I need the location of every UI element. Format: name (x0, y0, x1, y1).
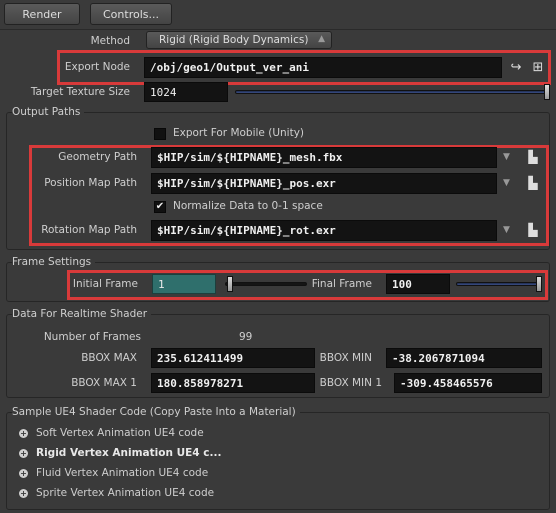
initial-frame-slider-handle[interactable] (227, 276, 233, 292)
bbox-max-field[interactable]: 235.612411499 (151, 348, 315, 368)
position-dropdown-icon[interactable]: ▼ (503, 178, 510, 188)
method-value: Rigid (Rigid Body Dynamics) (159, 34, 309, 46)
final-frame-field[interactable]: 100 (386, 274, 450, 294)
rotation-file-chooser-icon[interactable]: ▙ (526, 223, 540, 237)
initial-frame-field[interactable]: 1 (152, 274, 216, 294)
num-frames-value: 99 (239, 331, 253, 343)
bbox-min1-field[interactable]: -309.458465576 (394, 373, 542, 393)
realtime-data-title: Data For Realtime Shader (12, 308, 152, 320)
bbox-min1-label: BBOX MIN 1 (319, 377, 382, 389)
shader-item-sprite[interactable]: + Sprite Vertex Animation UE4 code (19, 487, 214, 499)
jump-to-node-icon[interactable]: ↪ (508, 59, 524, 75)
export-node-label: Export Node (64, 61, 130, 73)
export-mobile-label: Export For Mobile (Unity) (173, 127, 305, 139)
updown-arrow-icon: ▲ (318, 34, 325, 44)
shader-item-label: Sprite Vertex Animation UE4 code (36, 487, 215, 499)
target-texture-slider-handle[interactable] (544, 84, 550, 100)
position-map-field[interactable]: $HIP/sim/${HIPNAME}_pos.exr (151, 173, 497, 194)
geometry-file-chooser-icon[interactable]: ▙ (526, 150, 540, 164)
shader-item-label: Fluid Vertex Animation UE4 code (36, 467, 209, 479)
geometry-path-field[interactable]: $HIP/sim/${HIPNAME}_mesh.fbx (151, 147, 497, 168)
controls-button[interactable]: Controls... (90, 3, 172, 25)
method-select[interactable]: Rigid (Rigid Body Dynamics) ▲ (146, 31, 332, 49)
expand-plus-icon[interactable]: + (19, 448, 28, 458)
shader-item-label: Soft Vertex Animation UE4 code (36, 427, 204, 439)
bbox-max1-field[interactable]: 180.858978271 (151, 373, 315, 393)
final-frame-slider[interactable] (456, 282, 540, 286)
shader-item-label: Rigid Vertex Animation UE4 c... (36, 447, 222, 459)
frame-settings-title: Frame Settings (12, 256, 96, 268)
target-texture-field[interactable]: 1024 (144, 82, 228, 102)
expand-plus-icon[interactable]: + (19, 468, 28, 478)
initial-frame-label: Initial Frame (72, 278, 138, 290)
bbox-max1-label: BBOX MAX 1 (71, 377, 137, 389)
bbox-min-field[interactable]: -38.2067871094 (386, 348, 542, 368)
num-frames-label: Number of Frames (43, 331, 141, 343)
render-button[interactable]: Render (4, 3, 80, 25)
normalize-label: Normalize Data to 0-1 space (173, 200, 323, 212)
bbox-min-label: BBOX MIN (319, 352, 372, 364)
method-label: Method (90, 35, 130, 47)
target-texture-slider[interactable] (235, 90, 547, 94)
output-paths-title: Output Paths (12, 106, 85, 118)
rotation-map-field[interactable]: $HIP/sim/${HIPNAME}_rot.exr (151, 220, 497, 241)
rotation-dropdown-icon[interactable]: ▼ (503, 225, 510, 235)
shader-code-title: Sample UE4 Shader Code (Copy Paste Into … (12, 406, 300, 418)
expand-plus-icon[interactable]: + (19, 428, 28, 438)
export-node-field[interactable]: /obj/geo1/Output_ver_ani (144, 57, 502, 78)
geometry-path-label: Geometry Path (58, 151, 137, 163)
expand-plus-icon[interactable]: + (19, 488, 28, 498)
bbox-max-label: BBOX MAX (81, 352, 137, 364)
position-file-chooser-icon[interactable]: ▙ (526, 176, 540, 190)
final-frame-slider-handle[interactable] (536, 276, 542, 292)
geometry-dropdown-icon[interactable]: ▼ (503, 152, 510, 162)
shader-item-soft[interactable]: + Soft Vertex Animation UE4 code (19, 427, 204, 439)
toolbar-divider (0, 29, 556, 30)
export-mobile-checkbox[interactable] (154, 128, 166, 140)
position-map-label: Position Map Path (44, 177, 137, 189)
initial-frame-slider[interactable] (225, 282, 307, 286)
node-chooser-icon[interactable]: ⊞ (530, 59, 546, 75)
normalize-checkbox[interactable]: ✔ (154, 201, 166, 213)
shader-item-fluid[interactable]: + Fluid Vertex Animation UE4 code (19, 467, 208, 479)
shader-item-rigid[interactable]: + Rigid Vertex Animation UE4 c... (19, 447, 221, 459)
final-frame-label: Final Frame (311, 278, 372, 290)
rotation-map-label: Rotation Map Path (41, 224, 137, 236)
target-texture-label: Target Texture Size (30, 86, 130, 98)
